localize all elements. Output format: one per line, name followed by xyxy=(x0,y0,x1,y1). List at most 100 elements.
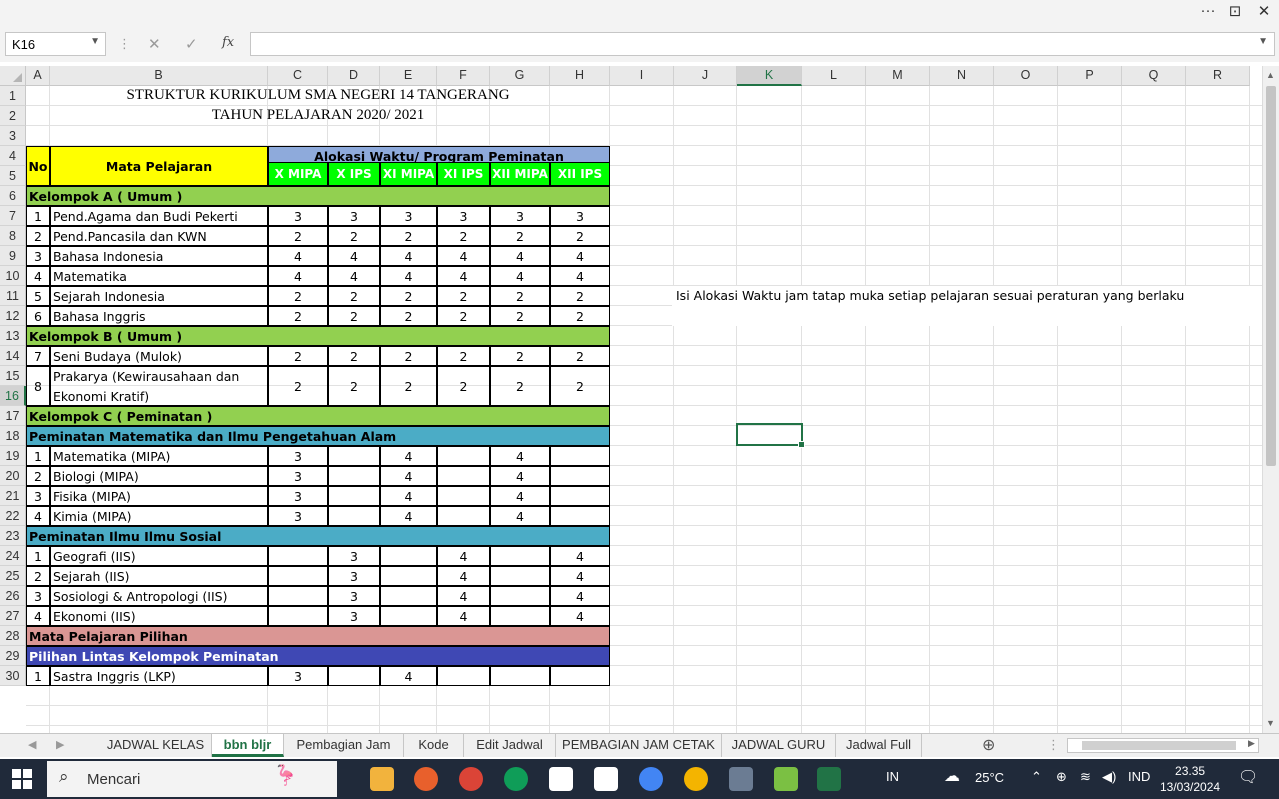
wifi-icon[interactable]: ≋ xyxy=(1080,769,1091,785)
column-header-a[interactable]: A xyxy=(26,66,50,86)
allocation-value[interactable]: 4 xyxy=(490,266,550,286)
allocation-value[interactable]: 4 xyxy=(490,446,550,466)
allocation-value[interactable]: 3 xyxy=(550,206,610,226)
allocation-value[interactable]: 2 xyxy=(268,226,328,246)
allocation-value[interactable]: 4 xyxy=(380,246,437,266)
row-no[interactable]: 1 xyxy=(26,206,50,226)
allocation-value[interactable]: 2 xyxy=(550,346,610,366)
row-header-9[interactable]: 9 xyxy=(0,246,26,266)
input-language[interactable]: IN xyxy=(886,769,899,784)
group-ips-header[interactable]: Peminatan Ilmu Ilmu Sosial xyxy=(26,526,610,546)
allocation-value[interactable] xyxy=(490,586,550,606)
subject-name[interactable]: Sastra Inggris (LKP) xyxy=(50,666,268,686)
firefox-icon[interactable] xyxy=(414,767,438,791)
row-no[interactable]: 4 xyxy=(26,606,50,626)
column-header-q[interactable]: Q xyxy=(1122,66,1186,86)
subject-name[interactable]: Biologi (MIPA) xyxy=(50,466,268,486)
sheet-tab[interactable]: JADWAL GURU xyxy=(722,734,836,757)
allocation-value[interactable]: 4 xyxy=(437,246,490,266)
row-header-1[interactable]: 1 xyxy=(0,86,26,106)
tab-splitter-icon[interactable]: ⋮ xyxy=(1047,737,1060,753)
network-icon[interactable]: ⊕ xyxy=(1056,769,1067,785)
row-header-21[interactable]: 21 xyxy=(0,486,26,506)
allocation-value[interactable]: 2 xyxy=(380,226,437,246)
allocation-value[interactable]: 4 xyxy=(437,566,490,586)
row-no[interactable]: 1 xyxy=(26,546,50,566)
allocation-value[interactable]: 3 xyxy=(268,466,328,486)
program-header[interactable]: XI MIPA xyxy=(380,162,437,186)
allocation-value[interactable]: 4 xyxy=(437,586,490,606)
capcut-alt-icon[interactable] xyxy=(594,767,618,791)
allocation-value[interactable]: 3 xyxy=(490,206,550,226)
column-header-g[interactable]: G xyxy=(490,66,550,86)
allocation-value[interactable]: 4 xyxy=(437,266,490,286)
row-header-18[interactable]: 18 xyxy=(0,426,26,446)
allocation-value[interactable]: 4 xyxy=(550,546,610,566)
subject-name[interactable]: Kimia (MIPA) xyxy=(50,506,268,526)
allocation-value[interactable]: 4 xyxy=(268,266,328,286)
subject-name[interactable]: Matematika (MIPA) xyxy=(50,446,268,466)
header-no[interactable]: No xyxy=(26,146,50,186)
allocation-value[interactable] xyxy=(550,666,610,686)
calculator-icon[interactable] xyxy=(729,767,753,791)
row-header-22[interactable]: 22 xyxy=(0,506,26,526)
allocation-value[interactable]: 3 xyxy=(328,566,380,586)
allocation-value[interactable] xyxy=(328,666,380,686)
cancel-icon[interactable]: ✕ xyxy=(148,35,161,53)
group-pilihan-header[interactable]: Mata Pelajaran Pilihan xyxy=(26,626,610,646)
column-header-i[interactable]: I xyxy=(610,66,674,86)
sheet-tab[interactable]: Jadwal Full xyxy=(836,734,922,757)
allocation-value[interactable]: 2 xyxy=(550,286,610,306)
allocation-value[interactable]: 2 xyxy=(380,306,437,326)
allocation-value[interactable] xyxy=(380,606,437,626)
column-header-k[interactable]: K xyxy=(737,66,802,86)
allocation-value[interactable]: 2 xyxy=(268,286,328,306)
row-no[interactable]: 2 xyxy=(26,566,50,586)
group-lintas-header[interactable]: Pilihan Lintas Kelompok Peminatan xyxy=(26,646,610,666)
allocation-value[interactable]: 4 xyxy=(550,586,610,606)
row-header-2[interactable]: 2 xyxy=(0,106,26,126)
column-header-m[interactable]: M xyxy=(866,66,930,86)
allocation-value[interactable]: 4 xyxy=(490,466,550,486)
sheet-tab[interactable]: bbn bljr xyxy=(212,734,284,757)
allocation-value[interactable]: 2 xyxy=(550,306,610,326)
allocation-value[interactable]: 2 xyxy=(268,366,328,406)
taskbar-search[interactable]: ⌕ Mencari 🦩 xyxy=(47,761,337,797)
allocation-value[interactable] xyxy=(328,446,380,466)
row-no[interactable]: 4 xyxy=(26,506,50,526)
keyboard-layout[interactable]: IND xyxy=(1128,769,1150,784)
column-header-r[interactable]: R xyxy=(1186,66,1250,86)
allocation-value[interactable]: 2 xyxy=(437,306,490,326)
allocation-value[interactable]: 2 xyxy=(268,346,328,366)
allocation-value[interactable] xyxy=(328,486,380,506)
allocation-value[interactable]: 3 xyxy=(328,206,380,226)
restore-icon[interactable]: ⊡ xyxy=(1220,2,1250,20)
subject-name[interactable]: Fisika (MIPA) xyxy=(50,486,268,506)
allocation-value[interactable]: 3 xyxy=(328,606,380,626)
add-sheet-icon[interactable]: ⊕ xyxy=(982,735,995,755)
tab-scroll-left-icon[interactable]: ◀ xyxy=(28,738,36,751)
row-header-11[interactable]: 11 xyxy=(0,286,26,306)
allocation-value[interactable] xyxy=(328,466,380,486)
column-header-c[interactable]: C xyxy=(268,66,328,86)
column-header-d[interactable]: D xyxy=(328,66,380,86)
subject-name[interactable]: Bahasa Indonesia xyxy=(50,246,268,266)
allocation-value[interactable]: 3 xyxy=(268,486,328,506)
allocation-value[interactable] xyxy=(550,506,610,526)
allocation-value[interactable]: 4 xyxy=(380,486,437,506)
allocation-value[interactable]: 4 xyxy=(490,486,550,506)
subject-name[interactable]: Sosiologi & Antropologi (IIS) xyxy=(50,586,268,606)
show-hidden-icons-icon[interactable]: ⌃ xyxy=(1031,769,1042,785)
row-no[interactable]: 5 xyxy=(26,286,50,306)
allocation-value[interactable]: 4 xyxy=(490,246,550,266)
volume-icon[interactable]: ◀) xyxy=(1102,769,1116,785)
allocation-value[interactable]: 4 xyxy=(380,666,437,686)
allocation-value[interactable]: 2 xyxy=(437,346,490,366)
allocation-value[interactable] xyxy=(490,666,550,686)
row-header-10[interactable]: 10 xyxy=(0,266,26,286)
row-no[interactable]: 1 xyxy=(26,446,50,466)
allocation-value[interactable] xyxy=(550,466,610,486)
row-no[interactable]: 3 xyxy=(26,586,50,606)
row-header-20[interactable]: 20 xyxy=(0,466,26,486)
allocation-value[interactable] xyxy=(268,586,328,606)
